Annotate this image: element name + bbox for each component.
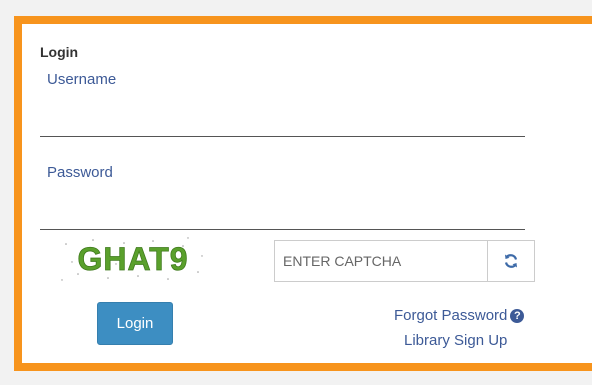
captcha-image: GHAT9 [58, 234, 208, 284]
page-background: Login Username Password GHAT9 ENTER CAPT… [0, 0, 592, 385]
username-input[interactable] [40, 110, 525, 137]
password-label: Password [47, 164, 113, 181]
forgot-password-label: Forgot Password [394, 307, 508, 324]
captcha-text: GHAT9 [77, 241, 188, 277]
forgot-password-link[interactable]: Forgot Password? [394, 307, 525, 324]
login-panel: Login Username Password GHAT9 ENTER CAPT… [14, 16, 592, 371]
question-circle-icon: ? [510, 309, 525, 323]
captcha-input[interactable] [274, 240, 488, 282]
login-title: Login [40, 44, 79, 60]
username-label: Username [47, 71, 117, 88]
login-button[interactable]: Login [97, 302, 173, 345]
library-signup-link[interactable]: Library Sign Up [404, 332, 507, 349]
password-input[interactable] [40, 203, 525, 230]
refresh-captcha-button[interactable] [487, 240, 535, 282]
refresh-icon [504, 254, 518, 268]
